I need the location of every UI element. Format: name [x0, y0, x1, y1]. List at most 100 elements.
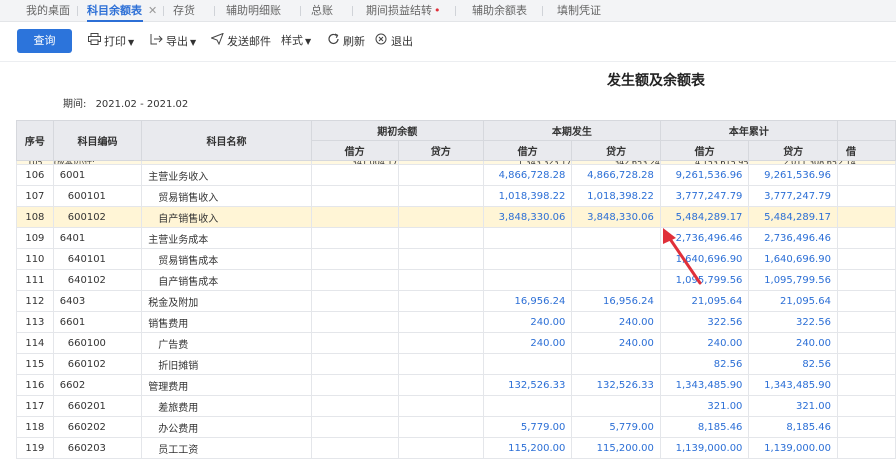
table-row[interactable]: 116 6602 管理费用 132,526.33 132,526.33 1,343,485… [16, 374, 896, 396]
cell-name: 销售费用 [141, 311, 312, 333]
table-row[interactable]: 115 660102 折旧摊销 82.56 82.56 [16, 353, 896, 375]
cell-ytd-debit: 8,185.46 [659, 416, 750, 438]
cell-current-credit [571, 227, 661, 249]
refresh-button[interactable]: 刷新 [326, 30, 365, 52]
col-header-credit[interactable]: 贷方 [748, 140, 838, 161]
table-row[interactable]: 111 640102 自产销售成本 1,095,799.56 1,095,799.56 [16, 269, 896, 291]
cell-ytd-debit: 9,261,536.96 [659, 164, 750, 186]
table-row[interactable]: 113 6601 销售费用 240.00 240.00 322.56 322.56 [16, 311, 896, 333]
cell-opening-credit [397, 311, 484, 333]
close-icon[interactable]: ✕ [148, 4, 157, 17]
col-header-name[interactable]: 科目名称 [141, 120, 312, 161]
cell-opening-debit [310, 416, 399, 438]
cell-opening-credit [397, 185, 484, 207]
tab-inventory[interactable]: 存货 [173, 0, 195, 22]
cell-current-credit [571, 248, 661, 270]
print-label: 打印 [104, 35, 126, 48]
tab-period-pl-transfer[interactable]: 期间损益结转 • [366, 0, 441, 22]
table-row[interactable]: 114 660100 广告费 240.00 240.00 240.00 240.00 [16, 332, 896, 354]
style-dropdown[interactable]: 样式 ▼ [281, 30, 311, 52]
cell-ytd-credit: 240.00 [748, 332, 838, 354]
cell-name: 折旧摊销 [141, 353, 312, 375]
period-value: 2021.02 - 2021.02 [95, 99, 189, 110]
col-header-opening[interactable]: 期初余额 [310, 120, 484, 141]
cell-seq: 114 [16, 332, 54, 354]
tab-general-ledger[interactable]: 总账 [311, 0, 333, 22]
tab-aux-balance[interactable]: 辅助余额表 [472, 0, 527, 22]
period-label: 期间: [63, 99, 87, 110]
col-header-credit[interactable]: 贷方 [397, 140, 484, 161]
col-header-debit[interactable]: 借方 [310, 140, 399, 161]
cell-more [836, 164, 896, 186]
table-row[interactable]: 106 6001 主营业务收入 4,866,728.28 4,866,728.28 9,2… [16, 164, 896, 186]
cell-ytd-credit: 3,777,247.79 [748, 185, 838, 207]
period-info: 期间: 2021.02 - 2021.02 [63, 95, 188, 110]
cell-opening-credit [397, 437, 484, 459]
col-header-ytd[interactable]: 本年累计 [659, 120, 838, 141]
table-row[interactable]: 110 640101 贸易销售成本 1,640,696.90 1,640,696.90 [16, 248, 896, 270]
cell-opening-credit [397, 206, 484, 228]
cell-name: 广告费 [141, 332, 312, 354]
cell-current-credit [571, 395, 661, 417]
table-row[interactable]: 112 6403 税金及附加 16,956.24 16,956.24 21,095.64 2… [16, 290, 896, 312]
cell-current-credit: 240.00 [571, 311, 661, 333]
export-button[interactable]: 导出 ▼ [149, 30, 196, 52]
send-email-button[interactable]: 发送邮件 [209, 30, 271, 52]
cell-code: 6403 [52, 290, 143, 312]
cell-ytd-debit: 1,640,696.90 [659, 248, 750, 270]
tab-fill-voucher[interactable]: 填制凭证 [557, 0, 601, 22]
cell-ytd-credit: 21,095.64 [748, 290, 838, 312]
table-row[interactable]: 118 660202 办公费用 5,779.00 5,779.00 8,185.46 8,1… [16, 416, 896, 438]
col-header-current[interactable]: 本期发生 [482, 120, 661, 141]
cell-opening-debit [310, 374, 399, 396]
cell-ytd-credit: 1,095,799.56 [748, 269, 838, 291]
cell-opening-credit [397, 416, 484, 438]
cell-seq: 110 [16, 248, 54, 270]
query-button[interactable]: 查询 [17, 29, 72, 53]
tab-account-balance[interactable]: 科目余额表 ✕ [87, 0, 157, 22]
table-row[interactable]: 119 660203 员工工资 115,200.00 115,200.00 1,139,0… [16, 437, 896, 459]
col-header-seq[interactable]: 序号 [16, 120, 54, 161]
cell-code: 660201 [52, 395, 143, 417]
cell-opening-debit [310, 248, 399, 270]
cell-ytd-debit: 3,777,247.79 [659, 185, 750, 207]
cell-ytd-debit: 1,139,000.00 [659, 437, 750, 459]
export-label: 导出 [166, 35, 188, 48]
cell-seq: 112 [16, 290, 54, 312]
cell-more [836, 395, 896, 417]
cell-opening-credit [397, 332, 484, 354]
cell-name: 主营业务收入 [141, 164, 312, 186]
cell-code: 600102 [52, 206, 143, 228]
table-row[interactable]: 108 600102 自产销售收入 3,848,330.06 3,848,330.06 5… [16, 206, 896, 228]
cell-ytd-debit: 322.56 [659, 311, 750, 333]
cell-current-credit [571, 269, 661, 291]
cell-more [836, 185, 896, 207]
exit-button[interactable]: 退出 [374, 30, 413, 52]
cell-opening-debit [310, 269, 399, 291]
cell-more [836, 332, 896, 354]
print-button[interactable]: 打印 ▼ [87, 30, 134, 52]
cell-opening-debit [310, 164, 399, 186]
cell-current-debit [482, 269, 573, 291]
cell-opening-credit [397, 164, 484, 186]
cell-ytd-credit: 322.56 [748, 311, 838, 333]
cell-ytd-debit: 2,736,496.46 [659, 227, 750, 249]
cell-seq: 117 [16, 395, 54, 417]
cell-more [836, 206, 896, 228]
col-header-more-debit[interactable]: 借 [836, 140, 896, 161]
cell-more [836, 290, 896, 312]
tab-my-desktop[interactable]: 我的桌面 [26, 0, 70, 22]
col-header-code[interactable]: 科目编码 [52, 120, 143, 161]
export-icon [149, 30, 163, 52]
tab-label: 科目余额表 [87, 4, 142, 17]
col-header-debit[interactable]: 借方 [482, 140, 573, 161]
cell-opening-debit [310, 206, 399, 228]
exit-label: 退出 [391, 35, 413, 48]
tab-aux-detail-ledger[interactable]: 辅助明细账 [226, 0, 281, 22]
col-header-credit[interactable]: 贷方 [571, 140, 661, 161]
cell-current-debit: 16,956.24 [482, 290, 573, 312]
table-row[interactable]: 107 600101 贸易销售收入 1,018,398.22 1,018,398.22 3… [16, 185, 896, 207]
table-row[interactable]: 109 6401 主营业务成本 2,736,496.46 2,736,496.46 [16, 227, 896, 249]
table-row[interactable]: 117 660201 差旅费用 321.00 321.00 [16, 395, 896, 417]
col-header-debit[interactable]: 借方 [659, 140, 750, 161]
